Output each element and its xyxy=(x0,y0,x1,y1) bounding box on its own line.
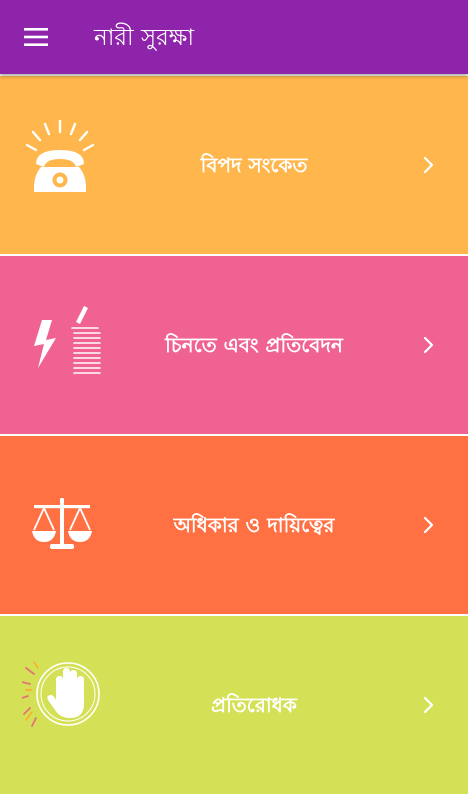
hamburger-menu-icon xyxy=(24,28,48,46)
chevron-right-icon xyxy=(422,153,436,177)
card-label: অধিকার ও দায়িত্বের xyxy=(173,513,335,537)
stop-hand-icon xyxy=(22,660,112,750)
chevron-right-icon xyxy=(422,333,436,357)
telephone-ringing-icon xyxy=(22,120,112,210)
card-danger-signal[interactable]: বিপদ সংকেত xyxy=(0,76,468,254)
chevron-right-icon xyxy=(422,513,436,537)
lightning-report-icon xyxy=(22,300,112,390)
menu-button[interactable] xyxy=(14,17,58,57)
balance-scale-icon xyxy=(22,480,112,570)
card-label: বিপদ সংকেত xyxy=(200,153,308,177)
card-label: প্রতিরোধক xyxy=(211,693,297,717)
chevron-right-icon xyxy=(422,693,436,717)
card-label: চিনতে এবং প্রতিবেদন xyxy=(165,333,343,357)
app-screen: নারী সুরক্ষা বিপদ সংকেত চিনতে এবং প্রতিব… xyxy=(0,0,468,800)
card-recognize-report[interactable]: চিনতে এবং প্রতিবেদন xyxy=(0,256,468,434)
card-rights-duties[interactable]: অধিকার ও দায়িত্বের xyxy=(0,436,468,614)
card-prevention[interactable]: প্রতিরোধক xyxy=(0,616,468,794)
app-bar: নারী সুরক্ষা xyxy=(0,0,468,74)
app-title: নারী সুরক্ষা xyxy=(94,25,195,51)
